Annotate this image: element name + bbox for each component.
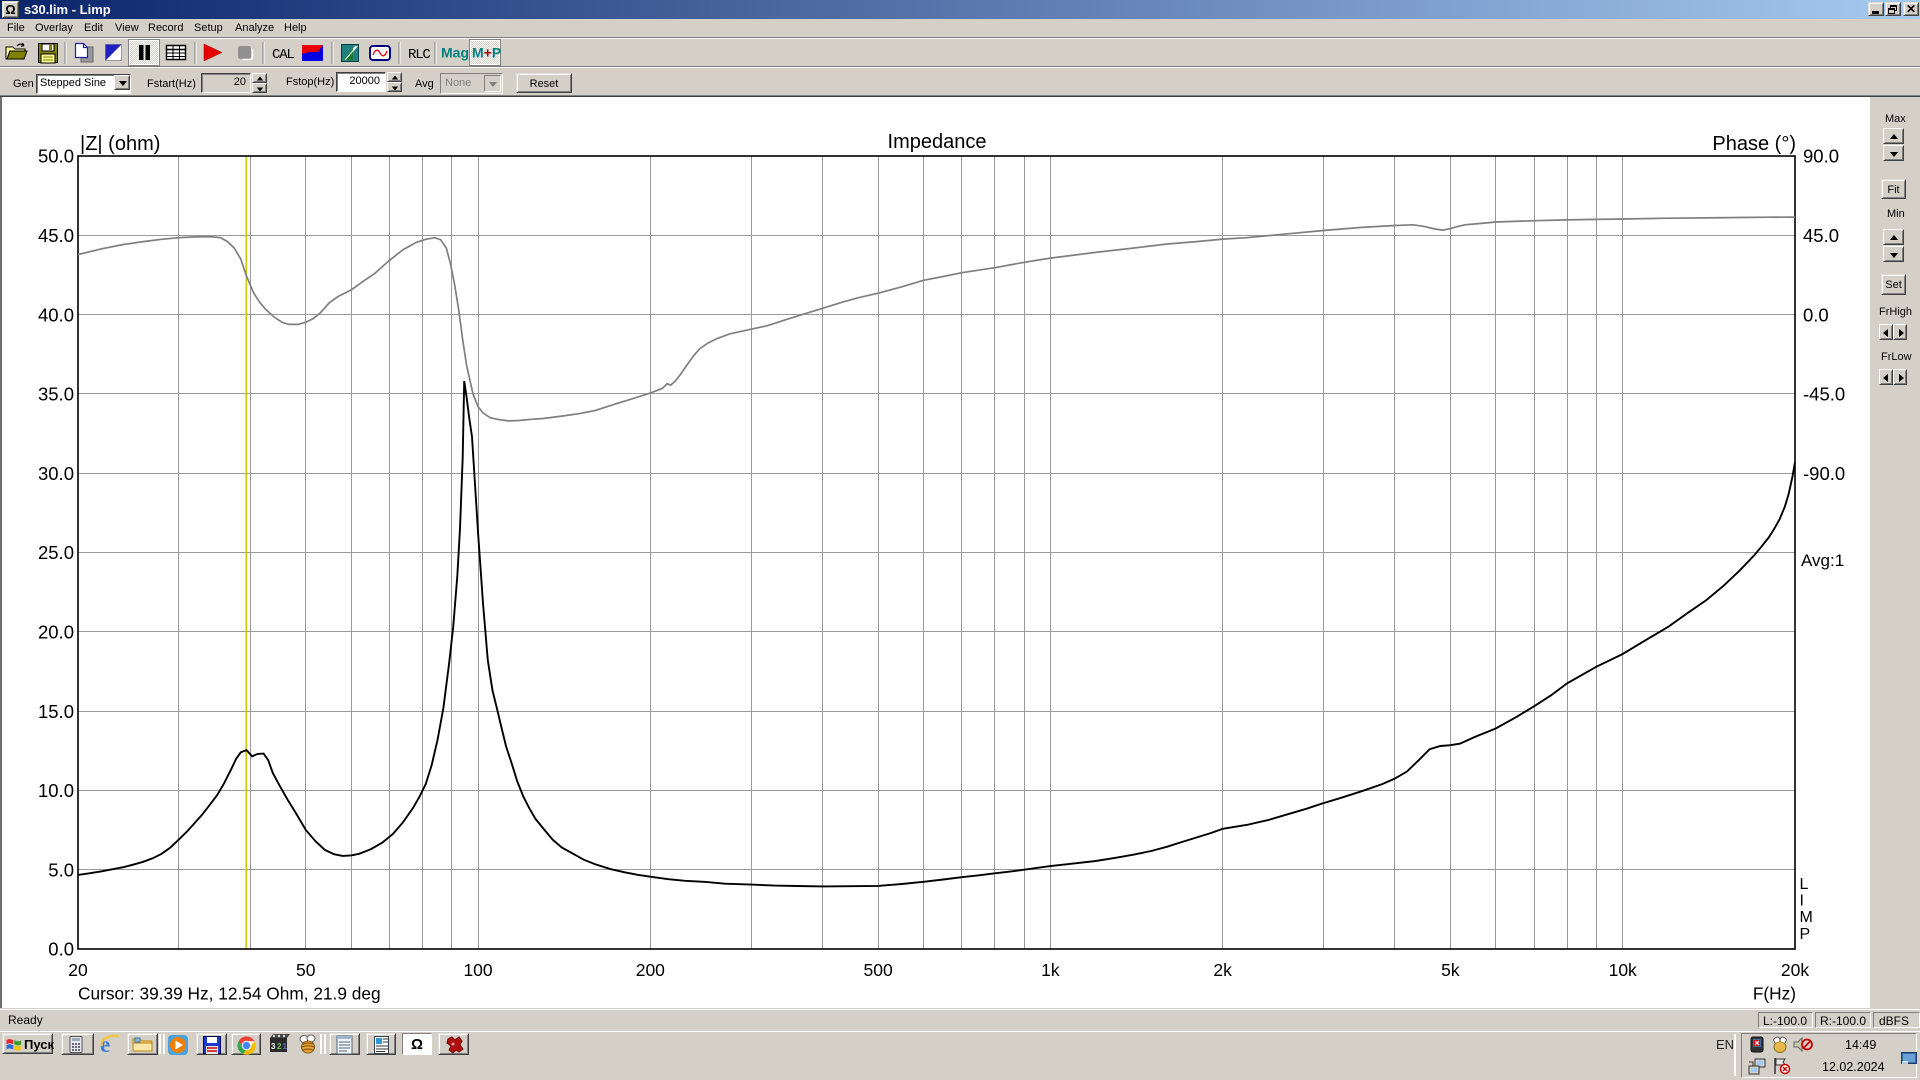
svg-text:20: 20 (68, 960, 88, 980)
svg-text:50.0: 50.0 (38, 146, 74, 167)
svg-text:2k: 2k (1213, 960, 1232, 980)
svg-text:3: 3 (271, 1042, 276, 1051)
svg-text:45.0: 45.0 (1803, 225, 1839, 246)
svg-text:10k: 10k (1609, 960, 1637, 980)
svg-text:5k: 5k (1441, 960, 1460, 980)
svg-text:50: 50 (296, 960, 316, 980)
svg-text:Cursor: 39.39 Hz, 12.54 Ohm, 2: Cursor: 39.39 Hz, 12.54 Ohm, 21.9 deg (78, 984, 381, 1004)
svg-text:P: P (1800, 926, 1811, 943)
svg-text:20k: 20k (1781, 960, 1809, 980)
svg-text:5.0: 5.0 (48, 859, 74, 880)
svg-text:L: L (1800, 876, 1809, 893)
svg-text:0.0: 0.0 (1803, 304, 1829, 325)
svg-text:90.0: 90.0 (1803, 146, 1839, 167)
svg-text:-90.0: -90.0 (1803, 463, 1845, 484)
svg-text:Avg:1: Avg:1 (1801, 551, 1844, 570)
svg-text:35.0: 35.0 (38, 384, 74, 405)
svg-text:M: M (1800, 909, 1813, 926)
svg-text:15.0: 15.0 (38, 701, 74, 722)
svg-text:40.0: 40.0 (38, 304, 74, 325)
svg-text:1k: 1k (1041, 960, 1060, 980)
svg-text:Impedance: Impedance (888, 131, 987, 153)
svg-text:Phase (°): Phase (°) (1712, 133, 1796, 155)
svg-text:25.0: 25.0 (38, 542, 74, 563)
svg-text:200: 200 (636, 960, 665, 980)
svg-text:1: 1 (283, 1042, 288, 1051)
svg-text:20.0: 20.0 (38, 622, 74, 643)
svg-text:2: 2 (277, 1042, 282, 1051)
svg-text:0.0: 0.0 (48, 939, 74, 960)
svg-text:-45.0: -45.0 (1803, 384, 1845, 405)
svg-text:F(Hz): F(Hz) (1753, 984, 1796, 1004)
svg-text:45.0: 45.0 (38, 225, 74, 246)
svg-text:500: 500 (863, 960, 892, 980)
svg-text:I: I (1800, 893, 1804, 910)
svg-text:30.0: 30.0 (38, 463, 74, 484)
svg-text:|Z| (ohm): |Z| (ohm) (80, 133, 160, 155)
svg-text:100: 100 (463, 960, 492, 980)
svg-text:10.0: 10.0 (38, 780, 74, 801)
